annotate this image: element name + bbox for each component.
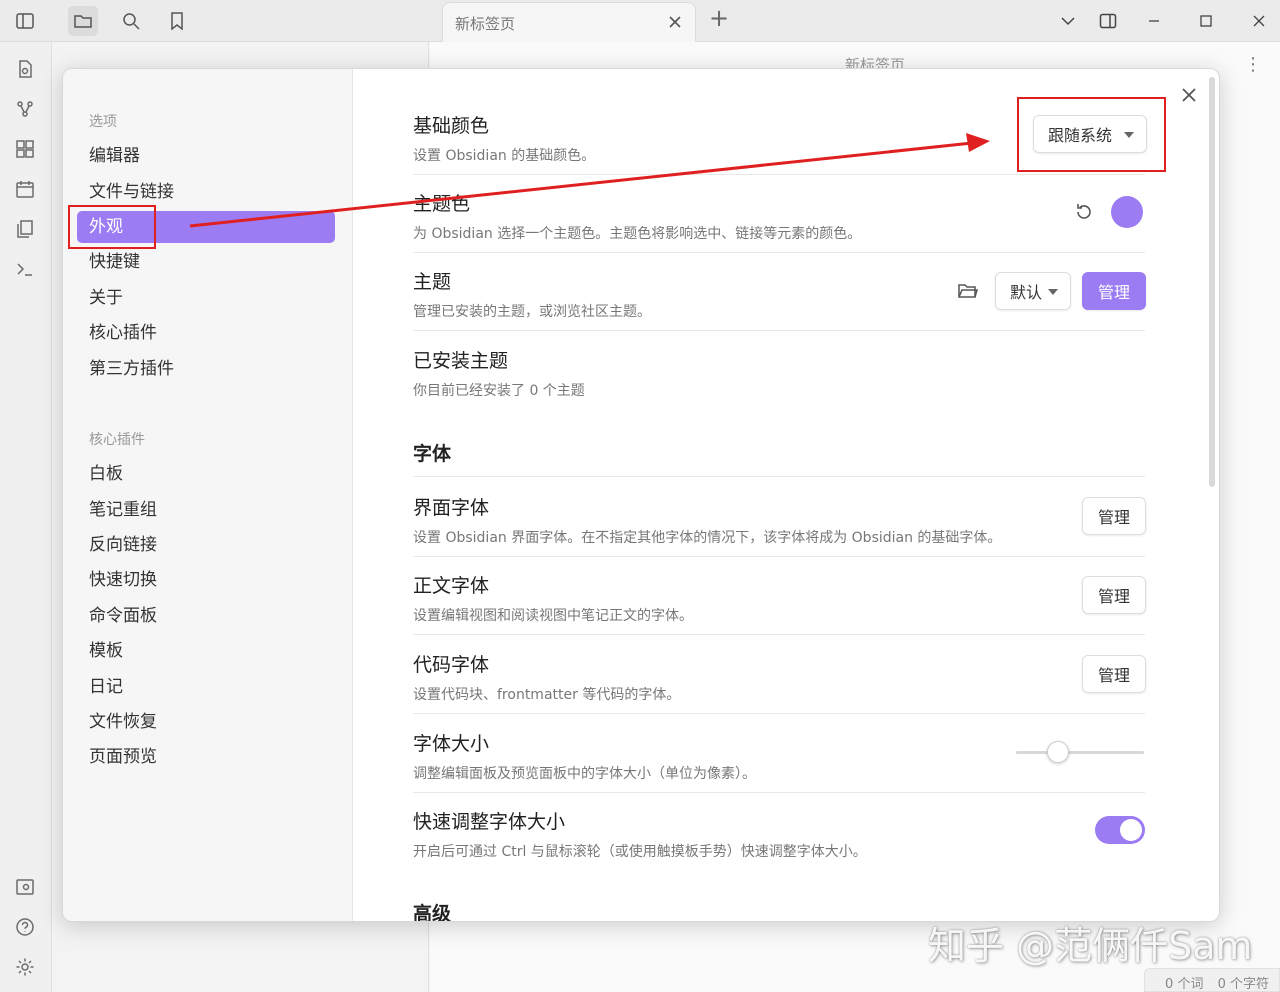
sidebar-item-templates[interactable]: 模板 [77,635,335,667]
sidebar-item-about[interactable]: 关于 [77,282,335,314]
setting-desc: 设置编辑视图和阅读视图中笔记正文的字体。 [413,608,693,624]
toggle-knob [1120,819,1142,841]
divider [413,476,1145,477]
setting-desc: 调整编辑面板及预览面板中的字体大小（单位为像素）。 [413,766,756,782]
templates-icon[interactable] [14,218,36,240]
new-tab-button[interactable]: + [706,6,732,32]
setting-interface-font: 界面字体 设置 Obsidian 界面字体。在不指定其他字体的情况下，该字体将成… [413,493,1145,557]
setting-desc: 开启后可通过 Ctrl 与鼠标滚轮（或使用触摸板手势）快速调整字体大小。 [413,844,867,860]
file-explorer-icon[interactable] [68,6,98,36]
sidebar-item-note-composer[interactable]: 笔记重组 [77,494,335,526]
sidebar-item-core-plugins[interactable]: 核心插件 [77,317,335,349]
more-options-icon[interactable]: ⋮ [1244,54,1262,78]
manage-text-font-button[interactable]: 管理 [1082,576,1146,614]
sidebar-item-file-recovery[interactable]: 文件恢复 [77,706,335,738]
annotation-box-appearance [68,205,156,249]
manage-monospace-font-button[interactable]: 管理 [1082,655,1146,693]
setting-desc: 设置代码块、frontmatter 等代码的字体。 [413,687,681,703]
section-heading-advanced: 高级 [413,903,452,922]
setting-installed-themes: 已安装主题 你目前已经安装了 0 个主题 [413,346,1145,410]
word-count: 0 个词 [1165,977,1204,992]
settings-content: 基础颜色 设置 Obsidian 的基础颜色。 跟随系统 主题色 为 Obsid… [353,69,1219,921]
watermark: 知乎 @范俩仟Sam [928,924,1253,968]
setting-monospace-font: 代码字体 设置代码块、frontmatter 等代码的字体。 [413,650,1145,714]
setting-desc: 你目前已经安装了 0 个主题 [413,383,585,399]
setting-name: 已安装主题 [413,350,509,372]
tab-new-tab[interactable]: 新标签页 [442,2,696,42]
sidebar-item-hotkeys[interactable]: 快捷键 [77,246,335,278]
sidebar-toggle-icon[interactable] [10,6,40,36]
settings-sidebar: 选项 编辑器 文件与链接 外观 快捷键 关于 核心插件 第三方插件 核心插件 白… [63,69,353,921]
settings-gear-icon[interactable] [14,956,36,978]
setting-desc: 为 Obsidian 选择一个主题色。主题色将影响选中、链接等元素的颜色。 [413,226,862,242]
sidebar-item-community-plugins[interactable]: 第三方插件 [77,353,335,385]
manage-interface-font-button[interactable]: 管理 [1082,497,1146,535]
sidebar-item-editor[interactable]: 编辑器 [77,140,335,172]
setting-font-size: 字体大小 调整编辑面板及预览面板中的字体大小（单位为像素）。 [413,729,1145,793]
tab-title: 新标签页 [455,15,516,33]
annotation-box-base-color [1017,97,1166,172]
setting-desc: 设置 Obsidian 界面字体。在不指定其他字体的情况下，该字体将成为 Obs… [413,530,1002,546]
theme-dropdown[interactable]: 默认 [995,272,1071,310]
setting-name: 主题色 [413,193,471,215]
manage-themes-button[interactable]: 管理 [1082,272,1146,310]
search-icon[interactable] [116,6,146,36]
graph-view-icon[interactable] [14,98,36,120]
sidebar-item-command-palette[interactable]: 命令面板 [77,600,335,632]
help-icon[interactable] [14,916,36,938]
maximize-icon[interactable] [1191,6,1221,36]
sidebar-item-files-links[interactable]: 文件与链接 [77,176,335,208]
section-heading-fonts: 字体 [413,443,452,465]
dropdown-value: 默认 [1010,283,1043,302]
sidebar-item-quick-switcher[interactable]: 快速切换 [77,564,335,596]
left-ribbon [0,0,52,992]
setting-name: 快速调整字体大小 [413,811,566,833]
settings-modal: 选项 编辑器 文件与链接 外观 快捷键 关于 核心插件 第三方插件 核心插件 白… [62,68,1220,922]
vault-switcher-icon[interactable] [14,876,36,898]
status-bar: 0 个词 0 个字符 [1144,968,1280,992]
core-plugins-group-label: 核心插件 [89,432,145,448]
caret-down-icon [1048,289,1058,295]
font-size-slider[interactable] [1016,751,1144,754]
open-themes-folder-icon[interactable] [955,278,981,304]
setting-name: 代码字体 [413,654,490,676]
daily-note-icon[interactable] [14,178,36,200]
open-quick-switcher-icon[interactable] [14,58,36,80]
tab-close-icon[interactable] [665,12,685,32]
quick-font-size-toggle[interactable] [1095,816,1145,844]
scrollbar[interactable] [1209,77,1215,487]
setting-text-font: 正文字体 设置编辑视图和阅读视图中笔记正文的字体。 [413,571,1145,635]
minimize-icon[interactable] [1139,6,1169,36]
sidebar-item-backlinks[interactable]: 反向链接 [77,529,335,561]
reset-icon[interactable] [1071,199,1097,225]
options-group-label: 选项 [89,114,117,130]
window-close-icon[interactable] [1244,6,1274,36]
char-count: 0 个字符 [1217,977,1269,992]
title-bar: 新标签页 + [0,0,1280,42]
close-settings-icon[interactable] [1177,83,1201,107]
setting-accent-color: 主题色 为 Obsidian 选择一个主题色。主题色将影响选中、链接等元素的颜色… [413,189,1145,253]
canvas-icon[interactable] [14,138,36,160]
command-palette-icon[interactable] [14,258,36,280]
right-sidebar-toggle-icon[interactable] [1093,6,1123,36]
bookmarks-icon[interactable] [162,6,192,36]
setting-name: 界面字体 [413,497,490,519]
tab-list-chevron-icon[interactable] [1053,6,1083,36]
sidebar-item-page-preview[interactable]: 页面预览 [77,741,335,773]
setting-name: 正文字体 [413,575,490,597]
setting-quick-font-size: 快速调整字体大小 开启后可通过 Ctrl 与鼠标滚轮（或使用触摸板手势）快速调整… [413,807,1145,871]
sidebar-item-canvas[interactable]: 白板 [77,458,335,490]
sidebar-item-daily-notes[interactable]: 日记 [77,671,335,703]
accent-color-swatch[interactable] [1111,196,1143,228]
